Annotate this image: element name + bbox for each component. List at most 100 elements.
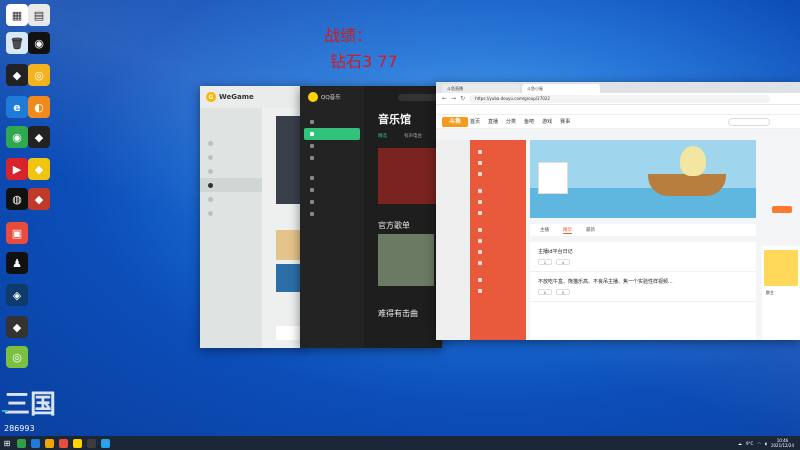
wegame-game-card[interactable] — [276, 116, 302, 204]
qq-music-playlist-item[interactable] — [300, 240, 364, 252]
side-menu-item[interactable] — [470, 235, 526, 246]
tab-featured[interactable]: 精华 — [563, 227, 572, 234]
list-item[interactable]: 不放吃午盒、熊猫乐高、不良吊主播、焦一个实验性样视频... 0 0 — [530, 272, 756, 302]
taskbar-app[interactable] — [42, 436, 56, 450]
qq-music-nav-item[interactable] — [300, 152, 364, 164]
qq-music-playlist-item[interactable] — [300, 264, 364, 276]
side-menu-item[interactable] — [470, 285, 526, 296]
qq-music-tab-radio[interactable]: 有声电台 — [404, 133, 422, 139]
side-menu-item[interactable] — [470, 246, 526, 257]
site-search-input[interactable] — [728, 118, 770, 126]
tab-latest[interactable]: 最新 — [586, 227, 595, 233]
side-menu-item[interactable] — [470, 274, 526, 285]
qq-music-nav-item[interactable] — [300, 196, 364, 208]
forward-icon[interactable]: → — [451, 95, 456, 102]
game-icon[interactable]: ◆ — [6, 64, 28, 86]
qq-music-nav-item[interactable] — [300, 116, 364, 128]
game-icon[interactable]: ◆ — [28, 158, 50, 180]
comment-button[interactable]: 4 — [556, 259, 570, 265]
qq-music-window[interactable]: QQ音乐 音乐馆 精选 有声电台 官方歌单 难得有击曲 — [300, 86, 442, 348]
side-menu-item[interactable] — [470, 224, 526, 235]
site-nav-item[interactable]: 游戏 — [542, 118, 552, 125]
qq-music-nav-item-active[interactable] — [304, 128, 360, 140]
weather-icon[interactable]: ☁ — [738, 441, 742, 446]
qq-music-playlist-item[interactable] — [300, 252, 364, 264]
app-icon[interactable]: ◎ — [28, 64, 50, 86]
game-icon[interactable]: ◆ — [28, 188, 50, 210]
wegame-sidebar-item-active[interactable] — [200, 178, 262, 192]
side-menu-item[interactable] — [470, 257, 526, 268]
side-menu-item[interactable] — [470, 168, 526, 179]
taskbar-app[interactable] — [56, 436, 70, 450]
qq-music-nav-item[interactable] — [300, 172, 364, 184]
document-icon[interactable]: ▤ — [28, 4, 50, 26]
app-icon[interactable]: ◈ — [6, 284, 28, 306]
clock[interactable]: 10:46 2021/12/24 — [771, 438, 794, 448]
qq-music-playlist-item[interactable] — [300, 228, 364, 240]
start-button[interactable]: ⊞ — [0, 436, 14, 450]
side-menu-item[interactable] — [470, 157, 526, 168]
browser-tab-active[interactable]: 斗鱼小屋 — [522, 84, 600, 93]
post-title[interactable]: 主播id平台日记 — [538, 248, 748, 255]
qq-music-playlist-item[interactable] — [300, 288, 364, 300]
settings-icon[interactable]: ▦ — [6, 4, 28, 26]
promo-image[interactable] — [764, 250, 798, 286]
wegame-sidebar-item[interactable] — [200, 206, 262, 220]
volume-icon[interactable]: ◖ — [765, 441, 767, 446]
tab-anchor[interactable]: 主播 — [540, 227, 549, 233]
qq-music-nav-item[interactable] — [300, 184, 364, 196]
app-icon[interactable]: ◐ — [28, 96, 50, 118]
qq-music-nav-item[interactable] — [300, 140, 364, 152]
wegame-window[interactable]: G WeGame — [200, 86, 304, 348]
like-button[interactable]: 2 — [538, 259, 552, 265]
qq-music-banner[interactable] — [378, 148, 438, 204]
comment-button[interactable]: 0 — [556, 289, 570, 295]
wifi-icon[interactable]: ◠ — [757, 441, 761, 446]
game-icon[interactable]: ◆ — [28, 126, 50, 148]
wegame-sidebar-item[interactable] — [200, 136, 262, 150]
app-icon[interactable]: ◎ — [6, 346, 28, 368]
browser-window[interactable]: 斗鱼直播 斗鱼小屋 ← → ↻ https://yuba.douyu.com/g… — [436, 82, 800, 340]
side-menu-item[interactable] — [470, 146, 526, 157]
reload-icon[interactable]: ↻ — [460, 95, 465, 102]
app-icon[interactable]: ◉ — [28, 32, 50, 54]
temperature[interactable]: 9°C — [746, 441, 753, 446]
wegame-game-card[interactable] — [276, 230, 302, 260]
wegame-sidebar-item[interactable] — [200, 192, 262, 206]
taskbar-app[interactable] — [84, 436, 98, 450]
site-logo[interactable]: 斗鱼 — [442, 117, 468, 127]
taskbar-app[interactable] — [70, 436, 84, 450]
app-icon[interactable]: ◍ — [6, 188, 28, 210]
site-nav-item[interactable]: 分类 — [506, 118, 516, 125]
site-nav-item[interactable]: 首页 — [470, 118, 480, 125]
taskbar-app[interactable] — [28, 436, 42, 450]
app-icon[interactable]: ▣ — [6, 222, 28, 244]
qq-music-tab-featured[interactable]: 精选 — [378, 133, 387, 139]
site-nav-item[interactable]: 鱼吧 — [524, 118, 534, 125]
browser-tab[interactable]: 斗鱼直播 — [442, 84, 520, 93]
edge-icon[interactable]: e — [6, 96, 28, 118]
qq-icon[interactable]: ♟ — [6, 252, 28, 274]
chrome-icon[interactable]: ◉ — [6, 126, 28, 148]
side-menu-item[interactable] — [470, 207, 526, 218]
qq-music-search-input[interactable] — [398, 94, 438, 101]
qq-music-nav-item[interactable] — [300, 208, 364, 220]
side-menu-item[interactable] — [470, 196, 526, 207]
recycle-bin-icon[interactable]: 🗑 — [6, 32, 28, 54]
qq-music-album-card[interactable] — [378, 234, 434, 286]
wegame-game-card[interactable] — [276, 264, 302, 292]
follow-button[interactable] — [772, 206, 792, 213]
list-item[interactable]: 主播id平台日记 2 4 — [530, 242, 756, 272]
avatar[interactable] — [538, 162, 568, 194]
back-icon[interactable]: ← — [442, 95, 447, 102]
taskbar-app[interactable] — [98, 436, 112, 450]
wegame-sidebar-item[interactable] — [200, 164, 262, 178]
wegame-sidebar-item[interactable] — [200, 150, 262, 164]
qq-music-playlist-item[interactable] — [300, 276, 364, 288]
post-title[interactable]: 不放吃午盒、熊猫乐高、不良吊主播、焦一个实验性样视频... — [538, 278, 748, 285]
address-bar[interactable]: https://yuba.douyu.com/group/27022 — [469, 94, 770, 103]
video-icon[interactable]: ▶ — [6, 158, 28, 180]
site-nav-item[interactable]: 赛事 — [560, 118, 570, 125]
game-icon[interactable]: ◆ — [6, 316, 28, 338]
side-menu-item[interactable] — [470, 185, 526, 196]
